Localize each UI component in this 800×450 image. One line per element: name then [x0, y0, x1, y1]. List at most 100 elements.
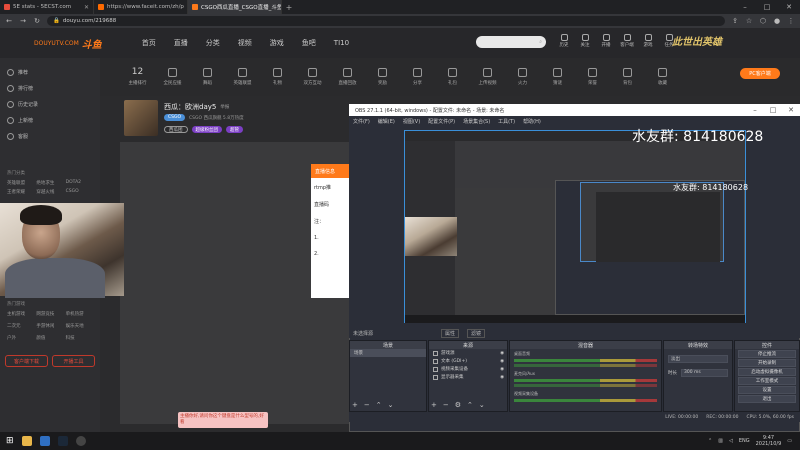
feature-item[interactable]: 英雄联盟	[225, 68, 260, 86]
feature-item[interactable]: 双方互动	[295, 68, 330, 86]
sidebar-category[interactable]: 王者荣耀	[7, 189, 34, 195]
obs-menu-scene-collection[interactable]: 场景集合(S)	[463, 118, 490, 125]
feature-item[interactable]: 猜谜	[540, 68, 575, 86]
share-icon[interactable]: ⇪	[731, 17, 739, 25]
close-window-icon[interactable]: ✕	[778, 0, 800, 14]
broadcast-tool-button[interactable]: 开播工具	[52, 355, 95, 367]
remove-icon[interactable]: −	[364, 401, 370, 409]
obs-menu-help[interactable]: 帮助(H)	[523, 118, 541, 125]
source-item[interactable]: 游戏源 ◉	[429, 349, 507, 357]
broadcast-button[interactable]: 开播	[596, 34, 616, 48]
nav-video[interactable]: 视频	[238, 38, 252, 48]
volume-meter[interactable]	[514, 364, 657, 367]
back-icon[interactable]: ←	[5, 17, 13, 25]
sidebar-category[interactable]: 二次元	[7, 323, 34, 329]
sidebar-category[interactable]: 英雄联盟	[7, 180, 34, 186]
nav-category[interactable]: 分类	[206, 38, 220, 48]
obs-menu-edit[interactable]: 编辑(E)	[378, 118, 395, 125]
transition-select[interactable]: 淡出	[668, 355, 728, 363]
minimize-icon[interactable]: –	[734, 0, 756, 14]
obs-taskbar-icon[interactable]	[75, 436, 86, 446]
obs-menu-file[interactable]: 文件(F)	[353, 118, 370, 125]
sidebar-category[interactable]: 穿越火线	[36, 189, 63, 195]
volume-meter[interactable]	[514, 384, 657, 387]
scene-item[interactable]: 场景	[350, 349, 426, 357]
sidebar-category[interactable]: 网游竞技	[36, 311, 63, 317]
system-clock[interactable]: 9:47 2021/10/9	[756, 435, 782, 447]
browser-tab-5e[interactable]: 5E stats - 5ECST.com ✕	[0, 0, 94, 14]
feature-item[interactable]: 火力	[505, 68, 540, 86]
add-icon[interactable]: +	[352, 401, 358, 409]
pc-client-button[interactable]: PC客户端	[740, 68, 780, 79]
obs-menu-tools[interactable]: 工具(T)	[498, 118, 515, 125]
add-icon[interactable]: +	[431, 401, 437, 409]
sidebar-item-service[interactable]: 客服	[0, 128, 100, 144]
filters-button[interactable]: 滤镜	[467, 328, 486, 338]
sidebar-category[interactable]: 科技	[66, 335, 93, 341]
follow-button[interactable]: 关注	[575, 34, 595, 48]
profile-icon[interactable]: ●	[773, 17, 781, 25]
nav-ti10[interactable]: TI10	[334, 39, 349, 47]
stop-streaming-button[interactable]: 停止推流	[738, 350, 796, 358]
notification-icon[interactable]: ▭	[787, 438, 792, 444]
nav-yuba[interactable]: 鱼吧	[302, 38, 316, 48]
bookmark-star-icon[interactable]: ☆	[745, 17, 753, 25]
fan-club-badge[interactable]: 西瓜团	[164, 126, 188, 133]
brand-banner[interactable]: 此世出英雄	[672, 33, 722, 48]
down-icon[interactable]: ⌄	[388, 401, 394, 409]
forward-icon[interactable]: →	[19, 17, 27, 25]
down-icon[interactable]: ⌄	[479, 401, 485, 409]
sidebar-category[interactable]: 手游休闲	[36, 323, 63, 329]
obs-maximize-icon[interactable]: □	[764, 106, 782, 114]
game-button[interactable]: 游戏	[638, 34, 658, 48]
url-field[interactable]: 🔒 douyu.com/219688	[47, 16, 725, 26]
source-item[interactable]: 视频采集设备 ◉	[429, 365, 507, 373]
up-icon[interactable]: ⌃	[376, 401, 382, 409]
feature-item[interactable]: 全民应援	[155, 68, 190, 86]
studio-mode-button[interactable]: 工作室模式	[738, 377, 796, 385]
new-tab-button[interactable]: +	[282, 0, 296, 14]
nav-home[interactable]: 首页	[142, 38, 156, 48]
browser-tab-faceit[interactable]: https://www.faceit.com/zh/p ✕	[94, 0, 188, 14]
duration-input[interactable]: 300 ms	[681, 369, 728, 377]
eye-icon[interactable]: ◉	[500, 351, 504, 356]
exit-button[interactable]: 退出	[738, 395, 796, 403]
windows-start-icon[interactable]: ⊞	[6, 436, 14, 446]
feature-item[interactable]: 收藏	[645, 68, 680, 86]
steam-icon[interactable]	[57, 436, 68, 446]
menu-kebab-icon[interactable]: ⋮	[787, 17, 795, 25]
browser-tab-douyu[interactable]: CSGO西瓜直播_CSGO直播_斗鱼 ✕	[188, 0, 282, 14]
obs-close-icon[interactable]: ✕	[782, 106, 800, 114]
obs-minimize-icon[interactable]: –	[746, 106, 764, 114]
obs-menu-profile[interactable]: 配置文件(P)	[428, 118, 455, 125]
maximize-icon[interactable]: □	[756, 0, 778, 14]
virtual-camera-button[interactable]: 启动虚拟摄像机	[738, 368, 796, 376]
report-link[interactable]: 举报	[220, 104, 229, 110]
network-icon[interactable]: ▥	[718, 438, 723, 444]
feature-item[interactable]: 背包	[610, 68, 645, 86]
input-language[interactable]: ENG	[739, 438, 750, 444]
sidebar-item-new[interactable]: 上新榜	[0, 112, 100, 128]
sidebar-item-recommend[interactable]: 推荐	[0, 64, 100, 80]
site-search-input[interactable]: ⌕	[476, 36, 546, 48]
eye-icon[interactable]: ◉	[500, 359, 504, 364]
volume-icon[interactable]: ◁	[729, 438, 733, 444]
feature-item[interactable]: 荣誉	[575, 68, 610, 86]
nav-live[interactable]: 直播	[174, 38, 188, 48]
start-recording-button[interactable]: 开始录制	[738, 359, 796, 367]
history-button[interactable]: 历史	[554, 34, 574, 48]
reload-icon[interactable]: ↻	[33, 17, 41, 25]
sidebar-category[interactable]: 单机热游	[66, 311, 93, 317]
feature-item[interactable]: 舞蹈	[190, 68, 225, 86]
super-fan-badge[interactable]: 超级粉丝团	[191, 126, 222, 133]
client-button[interactable]: 客户端	[617, 34, 637, 48]
eye-icon[interactable]: ◉	[500, 375, 504, 380]
remove-icon[interactable]: −	[443, 401, 449, 409]
sidebar-category[interactable]: 主机游戏	[7, 311, 34, 317]
feature-item[interactable]: 奖励	[365, 68, 400, 86]
eye-icon[interactable]: ◉	[500, 367, 504, 372]
gear-icon[interactable]: ⚙	[455, 401, 461, 409]
sidebar-category[interactable]: CSGO	[66, 189, 93, 195]
volume-meter[interactable]	[514, 359, 657, 362]
file-explorer-icon[interactable]	[21, 436, 32, 446]
